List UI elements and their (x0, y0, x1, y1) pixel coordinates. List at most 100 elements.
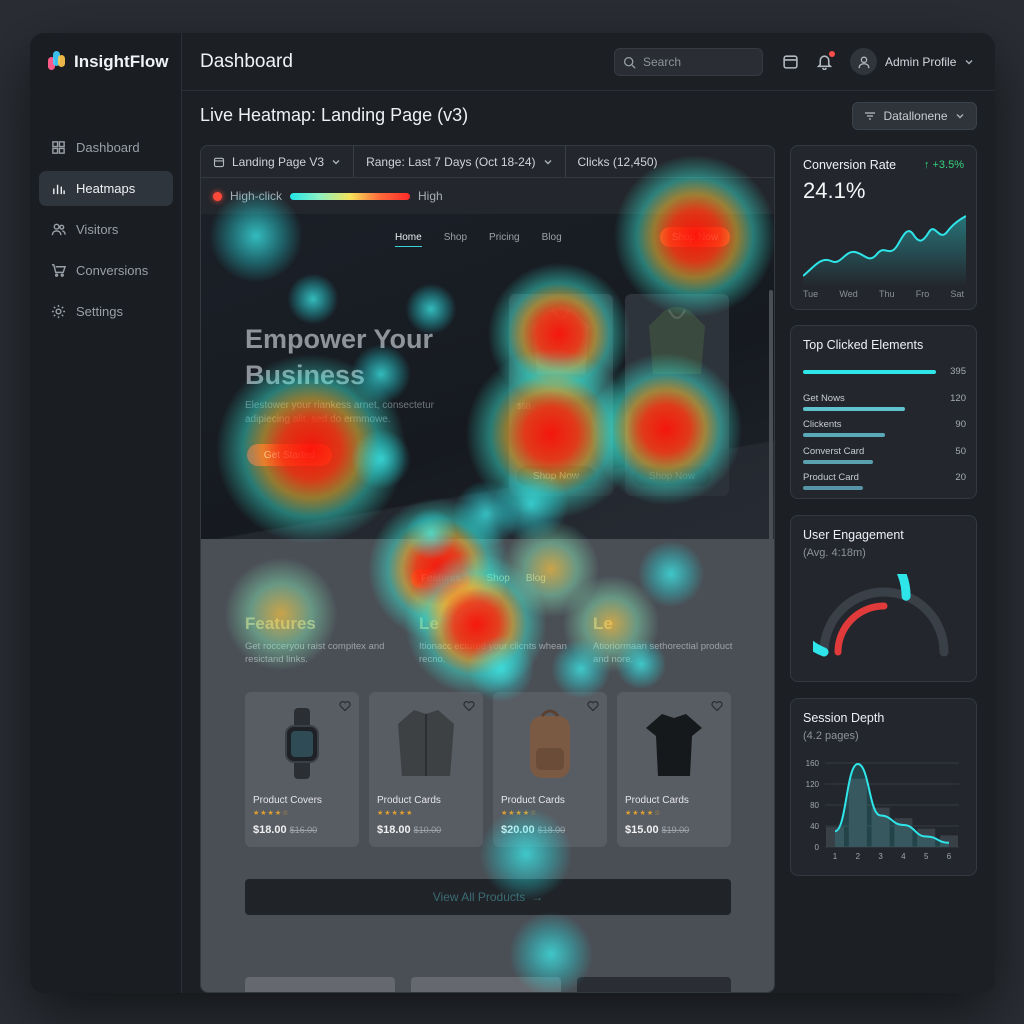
heatmap-title: Live Heatmap: Landing Page (v3) (200, 105, 469, 125)
widget-subtitle: (Avg. 4:18m) (803, 547, 866, 559)
logo[interactable]: InsightFlow (48, 51, 168, 73)
calendar-icon (213, 157, 225, 167)
product-card[interactable]: Product Cards ★★★★☆ $20.00 $18.00 (493, 692, 607, 847)
rating-stars: ★★★★☆ (253, 810, 290, 817)
jacket-icon (398, 710, 454, 776)
product-price: $20.00 $18.00 (501, 824, 566, 836)
chevron-down-icon (544, 159, 552, 164)
hero-product-card[interactable]: $50 Shop Now (509, 294, 613, 496)
data-filter-label: Datallonene (883, 109, 948, 123)
sidebar-item-heatmaps[interactable]: Heatmaps (39, 171, 173, 206)
legend-low-label: High-click (230, 189, 283, 203)
smartwatch-icon (285, 708, 319, 779)
rating-stars: ★★★★★ (377, 810, 414, 817)
sidebar-item-conversions[interactable]: Conversions (39, 253, 173, 288)
clicked-element-row[interactable]: 395 (803, 366, 966, 377)
product-name: Product Cards (377, 795, 441, 806)
hoodie-icon (649, 307, 705, 374)
widget-title: Top Clicked Elements (803, 338, 924, 352)
preview-strip (411, 977, 561, 992)
heatmap-panel: Landing Page V3 Range: Last 7 Days (Oct … (200, 145, 775, 993)
sidebar-nav: Dashboard Heatmaps Visitors Conversions … (39, 130, 173, 335)
range-selector[interactable]: Range: Last 7 Days (Oct 18-24) (354, 146, 566, 177)
grid-icon (52, 141, 65, 154)
data-filter-dropdown[interactable]: Datallonene (852, 102, 977, 130)
y-tick-label: 0 (815, 843, 820, 852)
hot-dot-icon (213, 191, 222, 201)
sidebar-item-dashboard[interactable]: Dashboard (39, 130, 173, 165)
site-hero: Home Shop Pricing Blog Shop Now Empower … (201, 214, 774, 539)
page-selector[interactable]: Landing Page V3 (201, 146, 355, 177)
site-nav-shop[interactable]: Shop (444, 232, 467, 247)
gear-icon (51, 304, 66, 319)
widget-title: Session Depth (803, 711, 885, 725)
x-tick-label: 5 (924, 852, 929, 861)
app-name: InsightFlow (74, 52, 169, 71)
site-nav-pricing[interactable]: Pricing (489, 232, 520, 247)
filter-icon (865, 112, 876, 120)
feature-text: Get rocceryou raist compitex and resicta… (245, 641, 385, 665)
product-name: Product Covers (253, 795, 322, 806)
sub-nav-features[interactable]: Features (411, 569, 471, 588)
clicked-element-bar (803, 370, 936, 374)
clicked-element-label: Converst Card (803, 445, 865, 457)
view-all-label: View All Products (432, 890, 526, 904)
conversion-value: 24.1% (803, 178, 866, 203)
engagement-gauge (813, 574, 949, 657)
logo-icon (48, 51, 66, 73)
site-preview: Home Shop Pricing Blog Shop Now Empower … (201, 154, 774, 992)
calendar-icon[interactable] (782, 53, 799, 70)
rating-stars: ★★★★☆ (625, 810, 662, 817)
site-nav-home[interactable]: Home (395, 232, 422, 247)
feature-title: Le (419, 614, 439, 633)
site-nav-blog[interactable]: Blog (542, 232, 562, 247)
clicked-element-row[interactable]: Get Nows 120 (803, 393, 966, 411)
search-box[interactable] (614, 48, 763, 76)
sidebar: InsightFlow Dashboard Heatmaps Visitors … (30, 33, 182, 993)
clicked-element-count: 120 (950, 392, 966, 404)
heatmap-toolbar: Landing Page V3 Range: Last 7 Days (Oct … (201, 146, 774, 178)
sub-nav-shop[interactable]: Shop (486, 573, 509, 584)
bar-chart-icon (53, 184, 65, 195)
heart-icon[interactable] (587, 700, 599, 712)
profile-menu[interactable]: Admin Profile (850, 48, 974, 75)
legend-gradient (290, 192, 411, 200)
y-tick-label: 80 (810, 801, 819, 810)
clicked-element-row[interactable]: Converst Card 50 (803, 446, 966, 464)
clicked-element-count: 20 (955, 472, 966, 483)
search-input[interactable] (643, 55, 743, 69)
clicked-element-row[interactable]: Product Card 20 (803, 472, 966, 490)
hero-card-button[interactable]: Shop Now (517, 466, 595, 486)
clicked-element-label: Clickents (803, 419, 842, 430)
get-started-button[interactable]: Get Started (247, 444, 332, 466)
hero-subtitle: Elestower your riankess arnet, consectet… (245, 400, 434, 425)
product-card[interactable]: Product Cards ★★★★☆ $15.00 $19.00 (617, 692, 731, 847)
hero-card-button[interactable]: Shop Now (633, 466, 711, 486)
preview-strip (245, 977, 395, 992)
hero-card-price: $50 (517, 402, 531, 411)
shop-now-button[interactable]: Shop Now (660, 227, 730, 247)
heart-icon[interactable] (339, 700, 351, 712)
y-tick-label: 120 (806, 780, 820, 789)
preview-scrollbar[interactable] (769, 290, 773, 670)
bell-icon[interactable] (816, 51, 835, 71)
heart-icon[interactable] (711, 700, 723, 712)
product-price: $18.00 $10.00 (377, 824, 442, 836)
range-label: Range: Last 7 Days (Oct 18-24) (366, 154, 536, 169)
sidebar-item-visitors[interactable]: Visitors (39, 212, 173, 247)
product-card[interactable]: Product Covers ★★★★☆ $18.00 $16.00 (245, 692, 359, 847)
clicked-element-row[interactable]: Clickents 90 (803, 419, 966, 437)
clicked-element-bar (803, 459, 874, 464)
legend-high-label: High (418, 189, 443, 203)
sidebar-item-settings[interactable]: Settings (39, 294, 173, 329)
sub-nav-blog[interactable]: Blog (526, 573, 546, 584)
view-all-products-button[interactable]: View All Products → (245, 879, 731, 915)
heart-icon[interactable] (463, 700, 475, 712)
notification-dot (829, 51, 835, 57)
widget-subtitle: (4.2 pages) (803, 730, 859, 742)
top-header: Dashboard Admin Profile (182, 33, 995, 91)
product-card[interactable]: Product Cards ★★★★★ $18.00 $10.00 (369, 692, 483, 847)
widget-title: Conversion Rate (803, 158, 897, 172)
hero-product-card[interactable]: Shop Now (625, 294, 729, 496)
sidebar-item-label: Settings (76, 304, 123, 319)
